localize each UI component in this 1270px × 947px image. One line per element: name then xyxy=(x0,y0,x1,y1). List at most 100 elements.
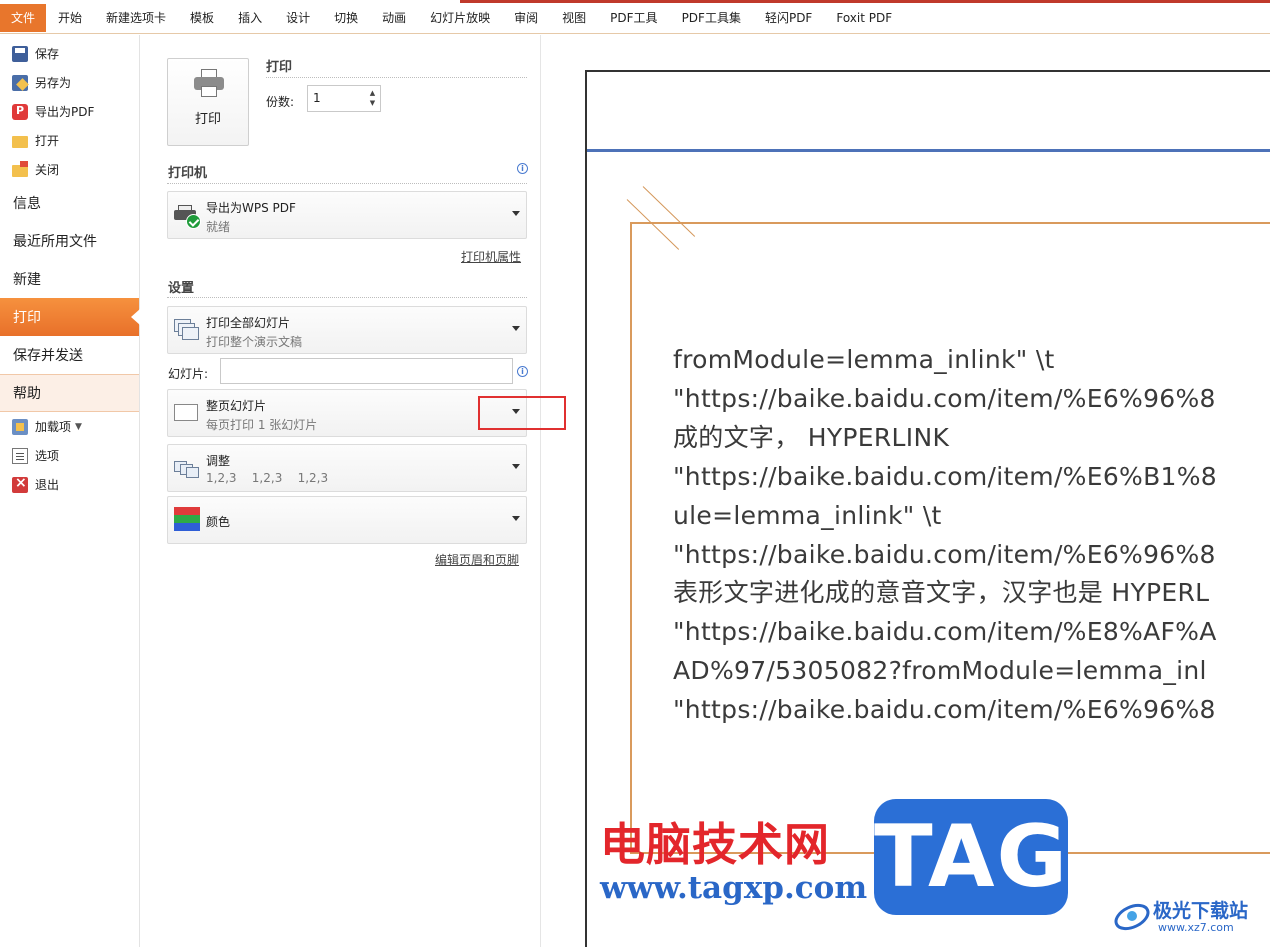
settings-section-title: 设置 xyxy=(168,281,195,296)
divider xyxy=(167,297,527,298)
watermark-xz-name: 极光下载站 xyxy=(1153,900,1249,922)
layout-title: 整页幻灯片 xyxy=(206,399,267,413)
save-icon xyxy=(12,45,28,62)
nav-save-as-label: 另存为 xyxy=(35,76,72,90)
folder-close-icon xyxy=(12,161,28,177)
print-range-dropdown[interactable]: 打印全部幻灯片 打印整个演示文稿 xyxy=(167,306,527,354)
text-line: AD%97/5305082?fromModule=lemma_inl xyxy=(673,656,1207,686)
backstage-nav: 保存 另存为 导出为PDF 打开 关闭 信息 最近所用文件 新建 打印 保存并发… xyxy=(0,35,140,947)
printer-icon xyxy=(194,69,224,97)
tab-insert[interactable]: 插入 xyxy=(226,4,274,32)
text-line: "https://baike.baidu.com/item/%E6%96%8 xyxy=(673,539,1216,569)
nav-export-pdf-label: 导出为PDF xyxy=(35,105,95,119)
text-line: 表形文字进化成的意音文字，汉字也是 HYPERL xyxy=(673,578,1210,608)
ribbon-tabs: 文件 开始 新建选项卡 模板 插入 设计 切换 动画 幻灯片放映 审阅 视图 P… xyxy=(0,4,904,32)
print-button[interactable]: 打印 xyxy=(167,58,249,146)
text-line: ule=lemma_inlink" \t xyxy=(673,500,942,530)
slides-input[interactable] xyxy=(220,358,513,384)
title-accent-line xyxy=(460,0,1270,3)
folder-open-icon xyxy=(12,136,28,148)
text-line: "https://baike.baidu.com/item/%E6%B1%8 xyxy=(673,461,1218,491)
slides-label: 幻灯片: xyxy=(168,367,209,381)
printer-status: 就绪 xyxy=(206,220,231,234)
tab-design[interactable]: 设计 xyxy=(274,4,322,32)
color-title: 颜色 xyxy=(206,515,231,529)
watermark-site-url: www.tagxp.com xyxy=(600,870,868,906)
nav-addins[interactable]: 加载项 ▼ xyxy=(0,412,139,441)
nav-addins-label: 加载项 xyxy=(35,420,72,434)
collate-sub: 1,2,3 1,2,3 1,2,3 xyxy=(206,471,329,485)
text-line: "https://baike.baidu.com/item/%E6%96%8 xyxy=(673,383,1216,413)
color-dropdown[interactable]: 颜色 xyxy=(167,496,527,544)
print-settings-panel: 打印 打印 份数: 1 ▲ ▼ 打印机 i 导出为WPS PDF 就绪 打印机属性… xyxy=(141,35,541,947)
divider xyxy=(167,183,527,184)
nav-save-send[interactable]: 保存并发送 xyxy=(0,336,139,374)
chevron-down-icon[interactable] xyxy=(512,409,520,414)
print-section-title: 打印 xyxy=(266,60,293,75)
tab-foxit-pdf[interactable]: Foxit PDF xyxy=(824,4,904,32)
nav-options-label: 选项 xyxy=(35,449,60,463)
nav-options[interactable]: 选项 xyxy=(0,441,139,470)
watermark-tag-logo: TAG xyxy=(874,799,1068,915)
text-line: "https://baike.baidu.com/item/%E8%AF%A xyxy=(673,617,1217,647)
chevron-down-icon xyxy=(512,464,520,469)
nav-exit[interactable]: 退出 xyxy=(0,470,139,499)
watermark-xz-url: www.xz7.com xyxy=(1158,921,1234,934)
nav-save-as[interactable]: 另存为 xyxy=(0,68,139,97)
info-icon[interactable]: i xyxy=(517,366,528,377)
collate-dropdown[interactable]: 调整 1,2,3 1,2,3 1,2,3 xyxy=(167,444,527,492)
layout-dropdown[interactable]: 整页幻灯片 每页打印 1 张幻灯片 xyxy=(167,389,527,437)
spin-arrows-icon[interactable]: ▲ ▼ xyxy=(368,88,377,108)
tab-slideshow[interactable]: 幻灯片放映 xyxy=(418,4,502,32)
nav-help[interactable]: 帮助 xyxy=(0,374,139,412)
collate-icon xyxy=(174,457,200,481)
chevron-down-icon xyxy=(512,326,520,331)
tab-home[interactable]: 开始 xyxy=(46,4,94,32)
printer-section-title: 打印机 xyxy=(168,166,208,181)
nav-recent[interactable]: 最近所用文件 xyxy=(0,222,139,260)
tab-new-tab[interactable]: 新建选项卡 xyxy=(94,4,178,32)
tab-pdf-tools[interactable]: PDF工具 xyxy=(598,4,669,32)
chevron-down-icon xyxy=(512,516,520,521)
nav-save-label: 保存 xyxy=(35,47,60,61)
copies-stepper[interactable]: 1 ▲ ▼ xyxy=(307,85,381,112)
options-icon xyxy=(12,447,28,464)
copies-label: 份数: xyxy=(266,95,295,109)
nav-open[interactable]: 打开 xyxy=(0,126,139,155)
nav-save[interactable]: 保存 xyxy=(0,39,139,68)
info-icon[interactable]: i xyxy=(517,163,528,174)
tab-file[interactable]: 文件 xyxy=(0,4,47,32)
save-as-icon xyxy=(12,74,28,91)
nav-close-label: 关闭 xyxy=(35,163,60,177)
nav-export-pdf[interactable]: 导出为PDF xyxy=(0,97,139,126)
printer-dropdown[interactable]: 导出为WPS PDF 就绪 xyxy=(167,191,527,239)
printer-properties-link[interactable]: 打印机属性 xyxy=(461,248,521,265)
chevron-down-icon xyxy=(512,211,520,216)
tab-review[interactable]: 审阅 xyxy=(502,4,550,32)
tab-transition[interactable]: 切换 xyxy=(322,4,370,32)
exit-icon xyxy=(12,475,28,493)
watermark-site-name: 电脑技术网 xyxy=(600,818,831,871)
nav-open-label: 打开 xyxy=(35,134,60,148)
tab-qingshan-pdf[interactable]: 轻闪PDF xyxy=(753,4,824,32)
nav-info[interactable]: 信息 xyxy=(0,184,139,222)
text-line: fromModule=lemma_inlink" \t xyxy=(673,345,1055,374)
aurora-logo-icon xyxy=(1114,903,1150,931)
nav-print[interactable]: 打印 xyxy=(0,298,140,336)
print-range-sub: 打印整个演示文稿 xyxy=(206,335,303,349)
tab-view[interactable]: 视图 xyxy=(550,4,598,32)
tab-pdf-toolset[interactable]: PDF工具集 xyxy=(670,4,753,32)
layout-sub: 每页打印 1 张幻灯片 xyxy=(206,418,318,432)
edit-header-footer-link[interactable]: 编辑页眉和页脚 xyxy=(435,551,519,568)
text-line: 成的文字， HYPERLINK xyxy=(673,422,950,452)
divider xyxy=(266,77,527,78)
slides-stack-icon xyxy=(174,319,200,343)
nav-exit-label: 退出 xyxy=(35,478,60,492)
tab-template[interactable]: 模板 xyxy=(178,4,226,32)
tab-animation[interactable]: 动画 xyxy=(370,4,418,32)
nav-new[interactable]: 新建 xyxy=(0,260,139,298)
color-swatch-icon xyxy=(174,507,200,531)
pdf-icon xyxy=(12,103,28,120)
nav-close[interactable]: 关闭 xyxy=(0,155,139,184)
printer-name: 导出为WPS PDF xyxy=(206,201,296,215)
